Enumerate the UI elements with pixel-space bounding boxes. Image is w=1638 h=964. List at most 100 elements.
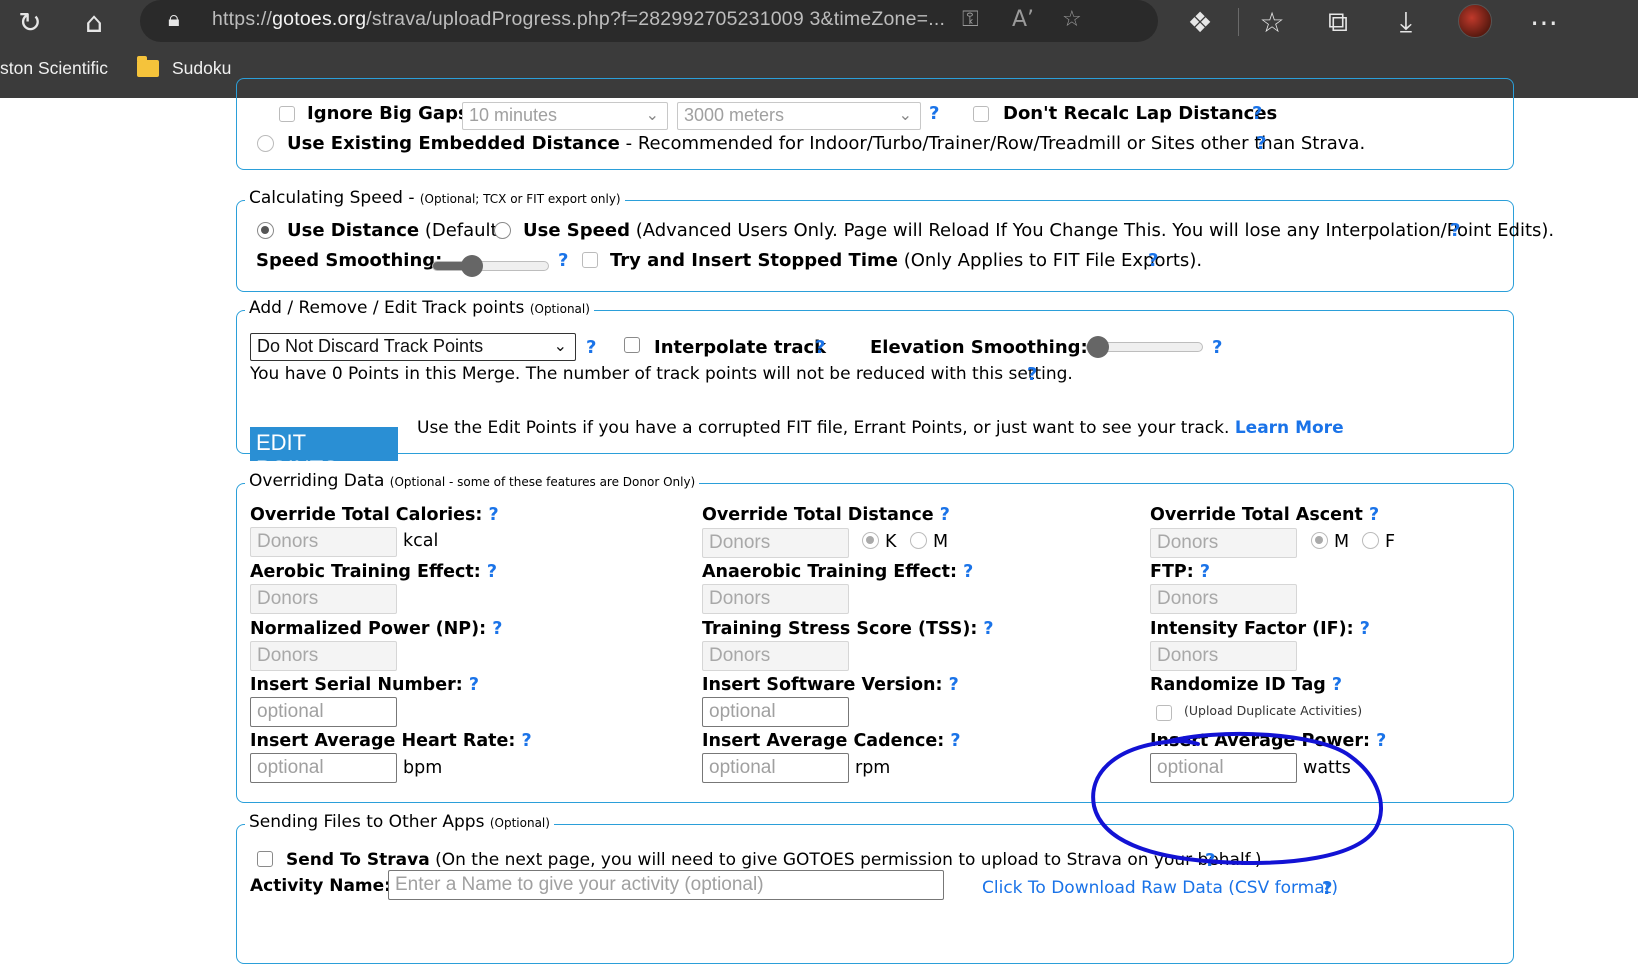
help-link[interactable]: ? <box>1360 619 1370 639</box>
ascent-f-label: F <box>1385 532 1396 552</box>
anaerobic-effect-input[interactable]: Donors <box>702 584 849 614</box>
np-input[interactable]: Donors <box>250 641 397 671</box>
address-bar[interactable]: 🔒︎ https://gotoes.org/strava/uploadProgr… <box>140 0 1158 42</box>
help-link[interactable]: ? <box>488 505 498 525</box>
edit-points-button[interactable]: EDIT POINTS <box>250 427 398 481</box>
help-link[interactable]: ? <box>469 675 479 695</box>
refresh-icon[interactable]: ↻ <box>10 2 50 42</box>
bookmark-boston-scientific[interactable]: ston Scientific <box>0 58 108 79</box>
gap-distance-value: 3000 meters <box>684 105 785 125</box>
serial-number-label: Insert Serial Number: ? <box>250 675 479 695</box>
ascent-m-radio[interactable] <box>1311 530 1328 549</box>
software-version-input[interactable]: optional <box>702 697 849 727</box>
help-link[interactable]: ? <box>929 103 939 124</box>
interpolate-label: Interpolate track <box>654 337 827 358</box>
help-link[interactable]: ? <box>815 337 825 358</box>
if-label: Intensity Factor (IF): ? <box>1150 619 1370 639</box>
ftp-input[interactable]: Donors <box>1150 584 1297 614</box>
if-input[interactable]: Donors <box>1150 641 1297 671</box>
tss-input[interactable]: Donors <box>702 641 849 671</box>
more-menu-icon[interactable]: ⋯ <box>1524 2 1564 42</box>
distance-m-label: M <box>933 532 949 552</box>
ignore-big-gaps-checkbox[interactable] <box>279 103 295 122</box>
help-link[interactable]: ? <box>1332 675 1342 695</box>
dont-recalc-checkbox[interactable] <box>973 103 989 122</box>
randomize-id-note: (Upload Duplicate Activities) <box>1184 703 1363 718</box>
distance-m-radio[interactable] <box>910 530 927 549</box>
send-to-strava-checkbox[interactable] <box>257 848 273 867</box>
ascent-input[interactable]: Donors <box>1150 528 1297 558</box>
randomize-id-checkbox[interactable] <box>1156 702 1172 721</box>
help-link[interactable]: ? <box>492 619 502 639</box>
help-link[interactable]: ? <box>1322 878 1332 899</box>
favorites-icon[interactable]: ☆ <box>1252 2 1292 42</box>
avg-power-input[interactable]: optional <box>1150 753 1297 783</box>
calories-input[interactable]: Donors <box>250 527 397 557</box>
help-link[interactable]: ? <box>949 675 959 695</box>
url-text[interactable]: https://gotoes.org/strava/uploadProgress… <box>212 8 945 31</box>
distance-k-radio[interactable] <box>862 530 879 549</box>
chevron-down-icon: ⌄ <box>645 107 659 124</box>
learn-more-link[interactable]: Learn More <box>1235 418 1344 438</box>
elevation-smoothing-slider[interactable] <box>1086 336 1203 358</box>
folder-icon <box>137 56 159 77</box>
dont-recalc-label: Don't Recalc Lap Distances <box>1003 103 1278 124</box>
aerobic-effect-input[interactable]: Donors <box>250 584 397 614</box>
help-link[interactable]: ? <box>963 562 973 582</box>
help-link[interactable]: ? <box>1200 562 1210 582</box>
downloads-icon[interactable]: ⤓ <box>1386 2 1426 42</box>
lock-icon[interactable]: 🔒︎ <box>168 7 180 32</box>
use-speed-text: Use Speed (Advanced Users Only. Page wil… <box>523 220 1555 241</box>
use-distance-radio[interactable] <box>257 220 274 239</box>
ascent-f-radio[interactable] <box>1362 530 1379 549</box>
help-link[interactable]: ? <box>1148 250 1158 271</box>
aerobic-effect-label: Aerobic Training Effect: ? <box>250 562 498 582</box>
help-link[interactable]: ? <box>1369 505 1379 525</box>
help-link[interactable]: ? <box>1450 220 1460 241</box>
use-existing-distance-radio[interactable] <box>257 133 274 152</box>
avg-cadence-input[interactable]: optional <box>702 753 849 783</box>
key-icon[interactable]: ⚿ <box>962 7 979 32</box>
download-raw-data-link[interactable]: Click To Download Raw Data (CSV format) <box>982 878 1338 898</box>
use-speed-radio[interactable] <box>494 220 511 239</box>
help-link[interactable]: ? <box>1376 731 1386 751</box>
help-link[interactable]: ? <box>1212 337 1222 358</box>
serial-number-input[interactable]: optional <box>250 697 397 727</box>
activity-name-input[interactable]: Enter a Name to give your activity (opti… <box>388 870 944 900</box>
help-link[interactable]: ? <box>586 337 596 358</box>
read-aloud-icon[interactable]: A’ <box>1012 7 1034 32</box>
override-distance-label: Override Total Distance ? <box>702 505 950 525</box>
slider-thumb[interactable] <box>461 255 483 277</box>
profile-avatar[interactable] <box>1458 4 1492 38</box>
collections-icon[interactable]: ⧉ <box>1318 2 1358 42</box>
help-link[interactable]: ? <box>1256 133 1266 154</box>
software-version-label: Insert Software Version: ? <box>702 675 959 695</box>
gap-distance-select[interactable]: 3000 meters ⌄ <box>677 102 921 130</box>
add-favorite-icon[interactable]: ☆ <box>1062 7 1082 32</box>
home-icon[interactable]: ⌂ <box>74 2 114 42</box>
avg-heart-rate-label: Insert Average Heart Rate: ? <box>250 731 532 751</box>
help-link[interactable]: ? <box>983 619 993 639</box>
edit-points-description: Use the Edit Points if you have a corrup… <box>417 418 1344 438</box>
help-link[interactable]: ? <box>558 250 568 271</box>
distance-input[interactable]: Donors <box>702 528 849 558</box>
discard-points-select[interactable]: Do Not Discard Track Points ⌄ <box>250 333 576 361</box>
send-to-strava-text: Send To Strava (On the next page, you wi… <box>286 850 1262 870</box>
bookmark-sudoku[interactable]: Sudoku <box>172 58 231 79</box>
help-link[interactable]: ? <box>1252 103 1262 124</box>
slider-thumb[interactable] <box>1087 336 1109 358</box>
help-link[interactable]: ? <box>1205 850 1215 871</box>
gap-time-select[interactable]: 10 minutes ⌄ <box>462 102 668 130</box>
speed-smoothing-slider[interactable] <box>432 255 549 277</box>
help-link[interactable]: ? <box>487 562 497 582</box>
stopped-time-checkbox[interactable] <box>582 249 598 268</box>
use-distance-text: Use Distance (Default) <box>287 220 505 241</box>
extensions-icon[interactable]: ❖ <box>1180 2 1220 42</box>
np-label: Normalized Power (NP): ? <box>250 619 503 639</box>
help-link[interactable]: ? <box>522 731 532 751</box>
help-link[interactable]: ? <box>1027 364 1037 385</box>
interpolate-checkbox[interactable] <box>624 334 640 353</box>
help-link[interactable]: ? <box>940 505 950 525</box>
avg-heart-rate-input[interactable]: optional <box>250 753 397 783</box>
help-link[interactable]: ? <box>950 731 960 751</box>
